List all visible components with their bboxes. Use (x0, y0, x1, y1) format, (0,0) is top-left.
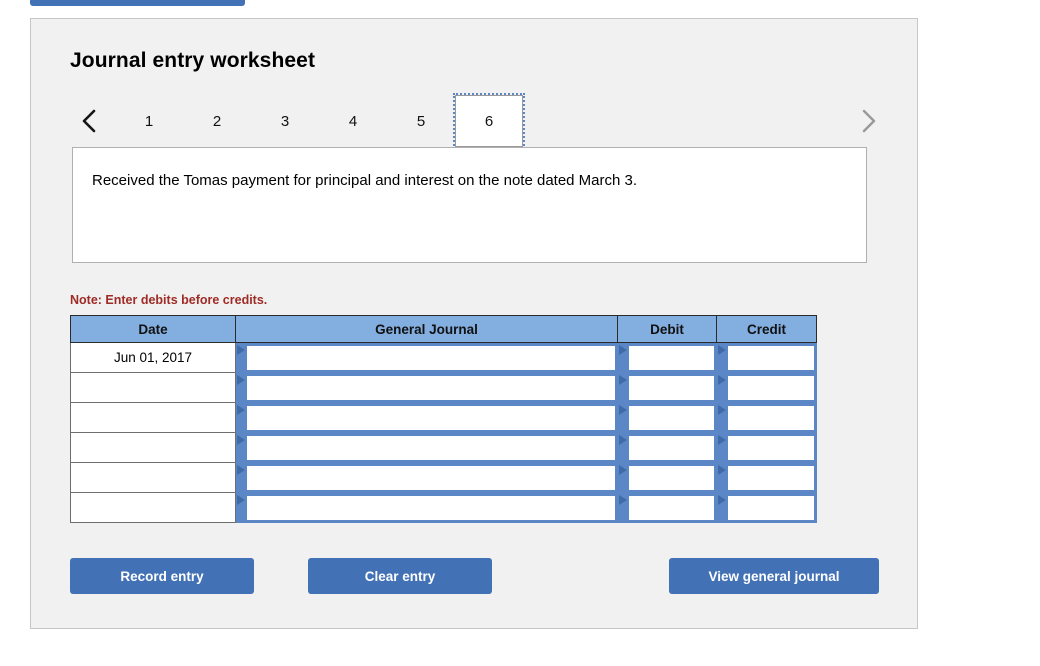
tab-strip: 123456 (115, 93, 570, 149)
cell-date[interactable] (70, 403, 236, 433)
dropdown-triangle-icon[interactable] (718, 345, 726, 355)
cell-credit (717, 433, 817, 463)
journal-entry-table: Date General Journal Debit Credit Jun 01… (70, 315, 817, 523)
debit-input[interactable] (628, 435, 715, 461)
dropdown-triangle-icon[interactable] (237, 375, 245, 385)
transaction-description-box: Received the Tomas payment for principal… (72, 147, 867, 263)
account-title-input[interactable] (246, 375, 616, 401)
table-body: Jun 01, 2017 (70, 343, 817, 523)
cell-credit (717, 373, 817, 403)
dropdown-triangle-icon[interactable] (718, 465, 726, 475)
screenshot-root: Journal entry worksheet 123456 Received … (0, 0, 1040, 666)
cell-debit (618, 403, 717, 433)
dropdown-triangle-icon[interactable] (237, 405, 245, 415)
table-row (70, 403, 817, 433)
column-header-credit: Credit (717, 315, 817, 343)
chevron-right-icon (859, 107, 877, 135)
journal-entry-panel: Journal entry worksheet 123456 Received … (30, 18, 918, 629)
tab-3[interactable]: 3 (251, 95, 319, 147)
table-row (70, 373, 817, 403)
page-title: Journal entry worksheet (70, 49, 316, 72)
dropdown-triangle-icon[interactable] (718, 495, 726, 505)
cell-credit (717, 403, 817, 433)
debit-input[interactable] (628, 495, 715, 521)
cell-date[interactable] (70, 433, 236, 463)
table-row (70, 433, 817, 463)
tab-5[interactable]: 5 (387, 95, 455, 147)
cell-date[interactable] (70, 463, 236, 493)
cell-date[interactable] (70, 373, 236, 403)
cell-general-journal (236, 343, 618, 373)
dropdown-triangle-icon[interactable] (237, 465, 245, 475)
tab-6[interactable]: 6 (453, 93, 525, 149)
cell-general-journal (236, 403, 618, 433)
dropdown-triangle-icon[interactable] (718, 435, 726, 445)
credit-input[interactable] (727, 345, 815, 371)
cell-general-journal (236, 433, 618, 463)
cell-date[interactable] (70, 493, 236, 523)
debits-before-credits-note: Note: Enter debits before credits. (70, 293, 268, 307)
account-title-input[interactable] (246, 495, 616, 521)
cell-debit (618, 433, 717, 463)
cell-credit (717, 463, 817, 493)
cell-debit (618, 373, 717, 403)
table-row: Jun 01, 2017 (70, 343, 817, 373)
credit-input[interactable] (727, 375, 815, 401)
credit-input[interactable] (727, 435, 815, 461)
column-header-general-journal: General Journal (236, 315, 618, 343)
account-title-input[interactable] (246, 345, 616, 371)
partial-top-button[interactable] (30, 0, 245, 6)
credit-input[interactable] (727, 465, 815, 491)
cell-credit (717, 343, 817, 373)
dropdown-triangle-icon[interactable] (619, 405, 627, 415)
column-header-debit: Debit (618, 315, 717, 343)
credit-input[interactable] (727, 495, 815, 521)
dropdown-triangle-icon[interactable] (619, 375, 627, 385)
account-title-input[interactable] (246, 405, 616, 431)
column-header-date: Date (70, 315, 236, 343)
dropdown-triangle-icon[interactable] (718, 405, 726, 415)
next-entry-button[interactable] (848, 95, 888, 147)
chevron-left-icon (80, 107, 98, 135)
dropdown-triangle-icon[interactable] (237, 435, 245, 445)
account-title-input[interactable] (246, 435, 616, 461)
record-entry-button[interactable]: Record entry (70, 558, 254, 594)
table-row (70, 463, 817, 493)
cell-debit (618, 343, 717, 373)
debit-input[interactable] (628, 375, 715, 401)
cell-debit (618, 493, 717, 523)
dropdown-triangle-icon[interactable] (619, 465, 627, 475)
transaction-description-text: Received the Tomas payment for principal… (92, 172, 638, 189)
tab-2[interactable]: 2 (183, 95, 251, 147)
cell-general-journal (236, 463, 618, 493)
cell-credit (717, 493, 817, 523)
worksheet-pager: 123456 (63, 93, 888, 149)
table-header-row: Date General Journal Debit Credit (70, 315, 817, 343)
cell-date[interactable]: Jun 01, 2017 (70, 343, 236, 373)
debit-input[interactable] (628, 465, 715, 491)
dropdown-triangle-icon[interactable] (718, 375, 726, 385)
debit-input[interactable] (628, 345, 715, 371)
credit-input[interactable] (727, 405, 815, 431)
dropdown-triangle-icon[interactable] (619, 495, 627, 505)
table-row (70, 493, 817, 523)
tab-4[interactable]: 4 (319, 95, 387, 147)
previous-entry-button[interactable] (69, 95, 109, 147)
dropdown-triangle-icon[interactable] (619, 345, 627, 355)
cell-debit (618, 463, 717, 493)
account-title-input[interactable] (246, 465, 616, 491)
cell-general-journal (236, 373, 618, 403)
view-general-journal-button[interactable]: View general journal (669, 558, 879, 594)
dropdown-triangle-icon[interactable] (619, 435, 627, 445)
cell-general-journal (236, 493, 618, 523)
debit-input[interactable] (628, 405, 715, 431)
dropdown-triangle-icon[interactable] (237, 345, 245, 355)
tab-1[interactable]: 1 (115, 95, 183, 147)
dropdown-triangle-icon[interactable] (237, 495, 245, 505)
clear-entry-button[interactable]: Clear entry (308, 558, 492, 594)
